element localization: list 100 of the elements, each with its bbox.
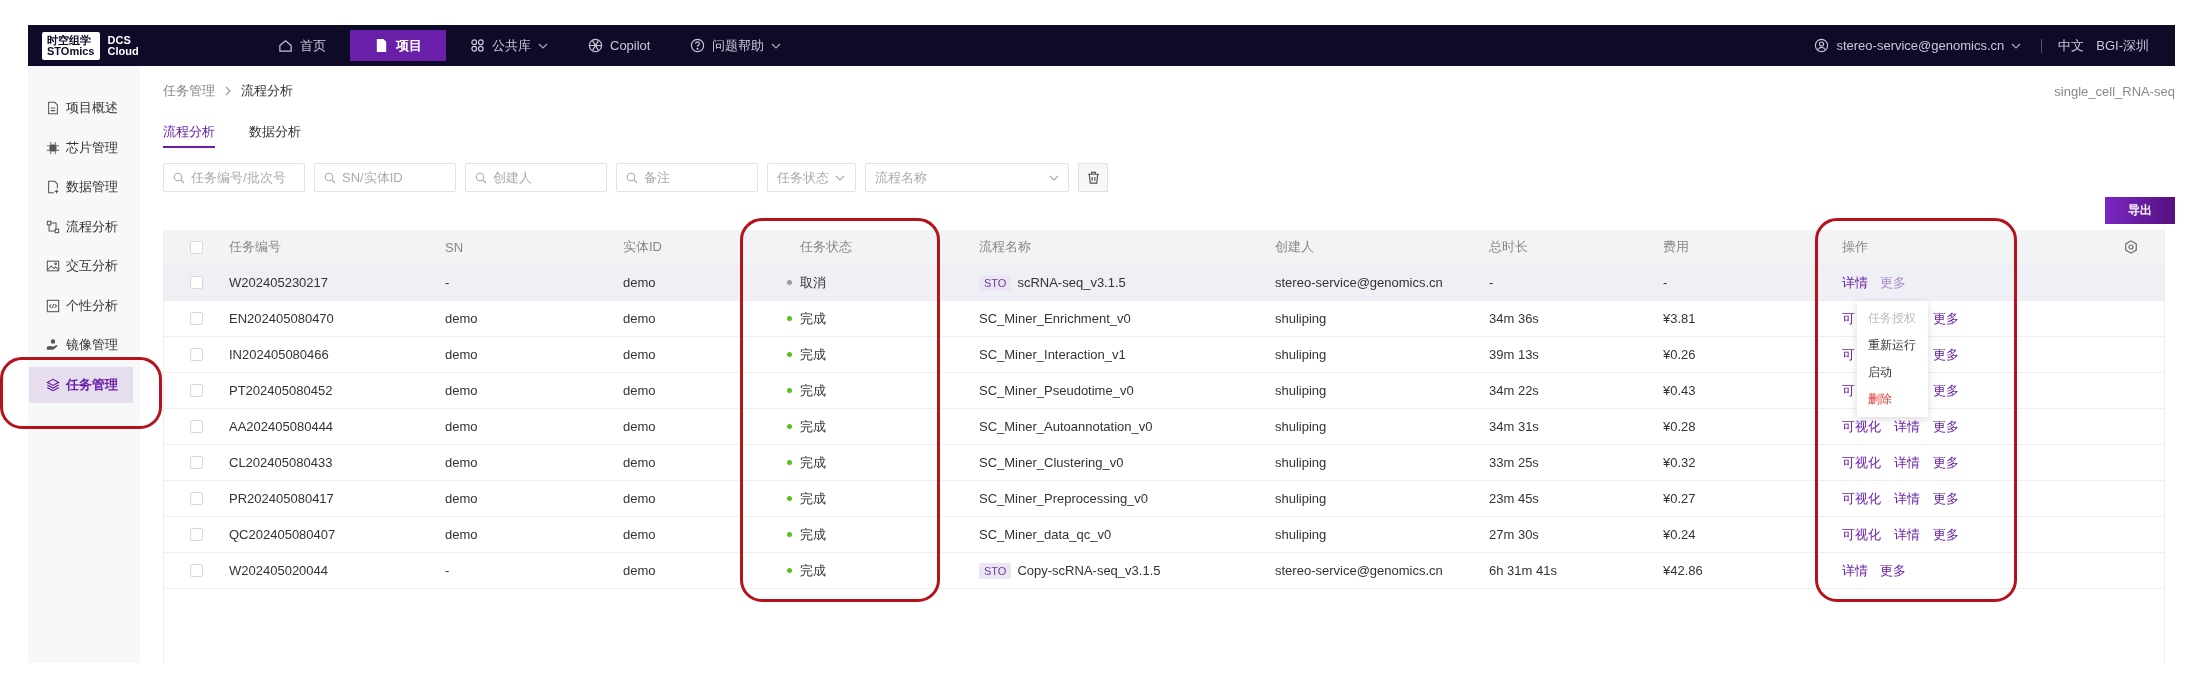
action-link[interactable]: 可 <box>1842 309 1855 328</box>
row-checkbox[interactable] <box>190 276 203 289</box>
column-header: 实体ID <box>623 238 663 256</box>
breadcrumb-item[interactable]: 任务管理 <box>163 82 215 100</box>
row-checkbox[interactable] <box>190 528 203 541</box>
site-name[interactable]: BGI-深圳 <box>2096 36 2149 55</box>
sidebar-item[interactable]: 任务管理 <box>29 366 133 403</box>
user-menu[interactable]: stereo-service@genomics.cn <box>1814 38 2022 53</box>
nav-item[interactable]: 项目 <box>350 30 446 61</box>
nav-item[interactable]: 公共库 <box>454 30 564 61</box>
table-cell-text: - <box>1489 275 1495 290</box>
chevron-down-icon <box>1049 174 1059 181</box>
clear-button[interactable] <box>1078 163 1108 192</box>
row-checkbox[interactable] <box>190 420 203 433</box>
status-text: 完成 <box>800 309 826 328</box>
table-cell: SC_Miner_data_qc_v0 <box>979 527 1112 542</box>
project-name: single_cell_RNA-seq <box>2054 83 2175 99</box>
action-link[interactable]: 更多 <box>1933 489 1959 508</box>
hand-icon <box>46 338 60 352</box>
status-text: 完成 <box>800 525 826 544</box>
table-cell-text: demo <box>445 347 479 362</box>
aperture-icon <box>588 38 603 53</box>
row-checkbox[interactable] <box>190 456 203 469</box>
product-name: DCS Cloud <box>107 34 139 57</box>
action-link[interactable]: 可视化 <box>1842 525 1881 544</box>
sidebar-item[interactable]: 流程分析 <box>29 208 133 245</box>
action-link[interactable]: 详情 <box>1894 453 1920 472</box>
grid-icon <box>470 38 485 53</box>
action-link[interactable]: 详情 <box>1842 273 1868 292</box>
pipeline-tag: STO <box>979 274 1012 291</box>
row-checkbox[interactable] <box>190 348 203 361</box>
logo[interactable]: 时空组学 STOmics <box>42 31 100 60</box>
table-cell-text: - <box>445 563 451 578</box>
search-icon <box>173 171 185 184</box>
row-checkbox[interactable] <box>190 564 203 577</box>
action-link[interactable]: 更多 <box>1933 525 1959 544</box>
table-row[interactable]: CL202405080433 demo demo 完成 SC_Miner_Clustering_v0 shuliping 33m 25s ¥0.32 可视化 详情 更多 <box>164 445 2164 481</box>
status-text: 完成 <box>800 561 826 580</box>
export-button[interactable]: 导出 <box>2105 197 2175 224</box>
table-cell-text: ¥0.26 <box>1663 347 1697 362</box>
column-header: SN <box>445 239 465 255</box>
table-row[interactable]: QC202405080407 demo demo 完成 SC_Miner_data_qc_v0 shuliping 27m 30s ¥0.24 可视化 详情 更多 <box>164 517 2164 553</box>
action-link[interactable]: 更多 <box>1933 453 1959 472</box>
action-link[interactable]: 更多 <box>1933 345 1959 364</box>
table-row[interactable]: W202405020044 - demo 完成 STO Copy-scRNA-seq_v3.1.5 stereo-service@genomics.cn 6h 31m 41s ¥42.86 详情 更多 <box>164 553 2164 589</box>
action-link[interactable]: 可视化 <box>1842 417 1881 436</box>
table-row[interactable]: PR202405080417 demo demo 完成 SC_Miner_Preprocessing_v0 shuliping 23m 45s ¥0.27 可视化 详情 更多 <box>164 481 2164 517</box>
select-all-checkbox[interactable] <box>190 240 203 254</box>
sidebar-item[interactable]: 项目概述 <box>29 90 133 126</box>
column-header: 创建人 <box>1275 238 1315 256</box>
document-icon <box>374 38 389 53</box>
table-cell-text: shuliping <box>1275 383 1328 398</box>
action-link[interactable]: 详情 <box>1894 489 1920 508</box>
action-link[interactable]: 更多 <box>1933 309 1959 328</box>
table-cell-text: ¥0.43 <box>1663 383 1697 398</box>
table-cell-text: stereo-service@genomics.cn <box>1275 563 1444 578</box>
sidebar-item[interactable]: 数据管理 <box>29 169 133 205</box>
settings-icon[interactable] <box>2124 240 2138 254</box>
status-text: 完成 <box>800 453 826 472</box>
table-cell: SC_Miner_Enrichment_v0 <box>979 311 1131 326</box>
table-cell-text: 34m 36s <box>1489 311 1540 326</box>
tab[interactable]: 流程分析 <box>163 118 215 148</box>
chevron-down-icon <box>835 174 845 181</box>
chevron-down-icon <box>771 42 782 49</box>
sidebar-item[interactable]: 交互分析 <box>29 248 133 284</box>
action-link[interactable]: 可 <box>1842 345 1855 364</box>
table-cell-text: 39m 13s <box>1489 347 1540 362</box>
home-icon <box>278 38 293 53</box>
table-cell-text: demo <box>623 527 657 542</box>
table-cell-text: QC202405080407 <box>229 527 337 542</box>
row-checkbox[interactable] <box>190 492 203 505</box>
action-link[interactable]: 详情 <box>1894 525 1920 544</box>
table-cell-text: demo <box>623 419 657 434</box>
action-link[interactable]: 详情 <box>1842 561 1868 580</box>
table-cell-text: AA202405080444 <box>229 419 335 434</box>
action-link[interactable]: 可视化 <box>1842 489 1881 508</box>
action-link[interactable]: 更多 <box>1933 417 1959 436</box>
table-cell-text: shuliping <box>1275 491 1328 506</box>
sidebar-item[interactable]: 芯片管理 <box>29 129 133 166</box>
column-header: 任务编号 <box>229 238 282 256</box>
action-link[interactable]: 详情 <box>1894 417 1920 436</box>
row-checkbox[interactable] <box>190 384 203 397</box>
tab[interactable]: 数据分析 <box>249 118 301 148</box>
user-icon <box>1814 38 1830 53</box>
layers-icon <box>46 377 60 392</box>
action-link[interactable]: 更多 <box>1933 381 1959 400</box>
table-cell-text: 34m 22s <box>1489 383 1540 398</box>
action-link[interactable]: 可视化 <box>1842 453 1881 472</box>
action-link[interactable]: 更多 <box>1880 561 1906 580</box>
sidebar-item[interactable]: 个性分析 <box>29 287 133 324</box>
nav-item[interactable]: Copilot <box>572 30 667 61</box>
language-link[interactable]: 中文 <box>2058 36 2085 55</box>
sidebar-item[interactable]: 镜像管理 <box>29 327 133 363</box>
table-cell-text: shuliping <box>1275 419 1328 434</box>
action-link[interactable]: 可 <box>1842 381 1855 400</box>
table-row[interactable]: AA202405080444 demo demo 完成 SC_Miner_Autoannotation_v0 shuliping 34m 31s ¥0.28 可视化 详情 更多 <box>164 409 2164 445</box>
nav-item[interactable]: 首页 <box>262 30 342 61</box>
nav-item[interactable]: 问题帮助 <box>674 30 798 61</box>
table-cell-text: shuliping <box>1275 347 1328 362</box>
row-checkbox[interactable] <box>190 312 203 325</box>
